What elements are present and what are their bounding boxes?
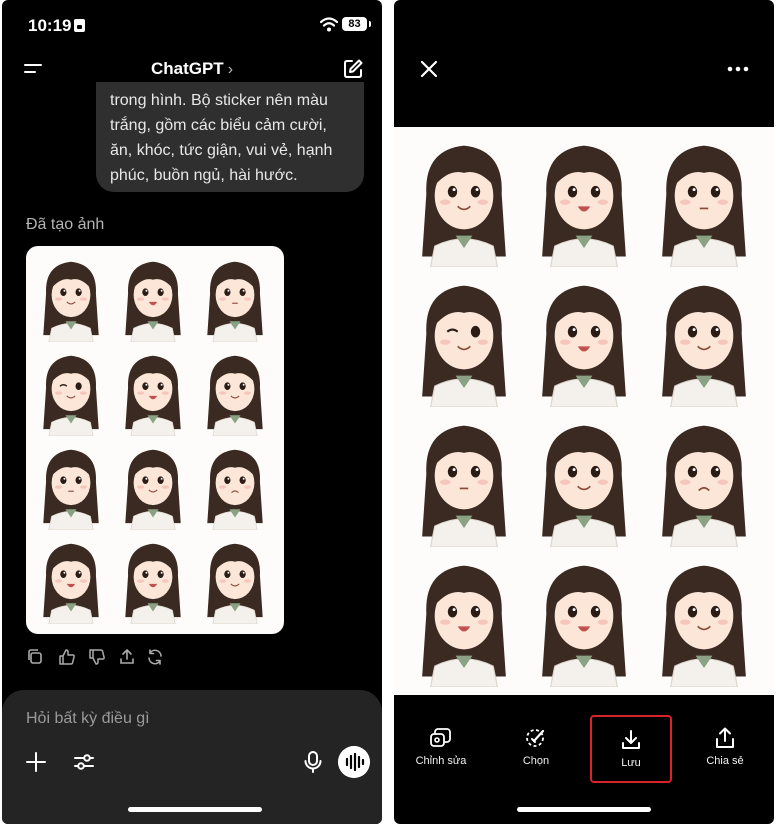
sticker-face [32, 534, 110, 625]
sticker-face [406, 411, 522, 548]
sticker-face [196, 534, 274, 625]
plus-icon[interactable] [24, 750, 48, 774]
sticker-face [526, 131, 642, 268]
sticker-face [114, 534, 192, 625]
sticker-face [406, 551, 522, 688]
share-icon [716, 727, 734, 748]
home-indicator [517, 807, 651, 812]
generated-image-label: Đã tạo ảnh [26, 216, 105, 233]
message-line: phúc, buồn ngủ, hài hước. [110, 167, 298, 184]
sticker-face [646, 131, 762, 268]
message-line: trắng, gồm các biểu cảm cười, [110, 117, 327, 134]
sticker-face [196, 252, 274, 343]
select-button[interactable]: Chọn [495, 715, 577, 783]
message-line: ăn, khóc, tức giận, vui vẻ, hạnh [110, 142, 333, 159]
sticker-face [526, 411, 642, 548]
wifi-icon [320, 17, 338, 32]
chat-screen: 10:19 83 ChatGPT › trong hình. Bộ sticker… [2, 0, 382, 824]
sticker-face [406, 131, 522, 268]
sticker-face [196, 440, 274, 531]
select-button-label: Chọn [522, 755, 550, 767]
sticker-face [114, 440, 192, 531]
more-options-icon[interactable] [726, 60, 750, 78]
download-icon [622, 730, 640, 749]
home-indicator [128, 807, 262, 812]
microphone-icon[interactable] [302, 750, 324, 774]
save-button-label: Lưu [621, 757, 641, 769]
save-button[interactable]: Lưu [590, 715, 672, 783]
image-toolbar: Chỉnh sửa Chọn Lưu Chia sẻ [394, 695, 774, 824]
share-button-label: Chia sẻ [706, 755, 744, 767]
chevron-right-icon: › [227, 61, 234, 78]
generated-sticker-image[interactable] [26, 246, 284, 634]
sticker-face [406, 271, 522, 408]
sticker-face [646, 551, 762, 688]
new-chat-icon[interactable] [342, 58, 364, 80]
sticker-face [114, 252, 192, 343]
status-bar: 10:19 83 [2, 0, 382, 46]
sticker-face [646, 271, 762, 408]
sticker-face [32, 440, 110, 531]
sticker-face [196, 346, 274, 437]
sticker-face [32, 252, 110, 343]
close-icon[interactable] [420, 60, 438, 78]
edit-button-label: Chỉnh sửa [415, 755, 467, 767]
sticker-face [526, 271, 642, 408]
select-icon [526, 729, 545, 747]
model-selector[interactable]: ChatGPT › [2, 59, 382, 79]
message-composer: Hỏi bất kỳ điều gì [2, 690, 382, 824]
sticker-face [32, 346, 110, 437]
sticker-face [526, 551, 642, 688]
regenerate-icon[interactable] [146, 648, 164, 666]
user-message-bubble: trong hình. Bộ sticker nên màu trắng, gồ… [96, 82, 364, 192]
thumbs-up-icon[interactable] [58, 648, 76, 666]
edit-button[interactable]: Chỉnh sửa [400, 715, 482, 783]
share-icon[interactable] [118, 648, 136, 666]
message-line: trong hình. Bộ sticker nên màu [110, 92, 328, 109]
sticker-face [114, 346, 192, 437]
message-input[interactable]: Hỏi bất kỳ điều gì [26, 710, 150, 728]
copy-icon[interactable] [26, 648, 44, 666]
image-viewer-screen: Chỉnh sửa Chọn Lưu Chia sẻ [394, 0, 774, 824]
thumbs-down-icon[interactable] [88, 648, 106, 666]
voice-mode-icon[interactable] [338, 746, 370, 778]
status-time: 10:19 [28, 16, 72, 35]
share-button[interactable]: Chia sẻ [684, 715, 766, 783]
tools-sliders-icon[interactable] [72, 750, 96, 774]
battery-indicator: 83 [342, 17, 371, 31]
sim-card-icon [74, 19, 85, 32]
full-sticker-image[interactable] [394, 127, 774, 695]
sticker-face [646, 411, 762, 548]
edit-image-icon [430, 728, 451, 747]
chat-title: ChatGPT [150, 59, 224, 78]
